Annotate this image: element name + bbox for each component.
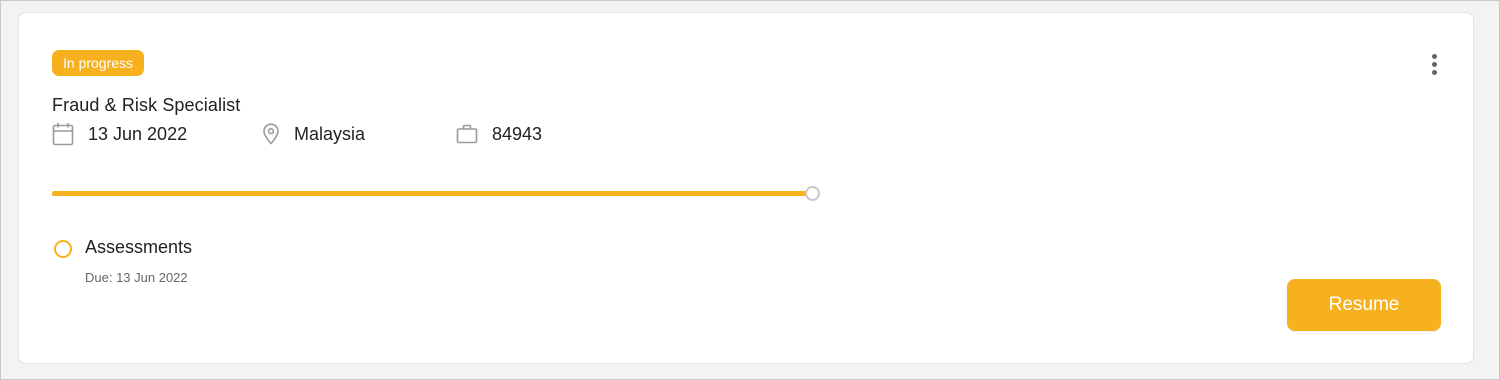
- meta-job-id: 84943: [456, 124, 542, 145]
- meta-location-text: Malaysia: [294, 123, 366, 144]
- step-label: Assessments: [85, 237, 193, 257]
- more-options-icon[interactable]: [1425, 51, 1443, 77]
- meta-job-id-text: 84943: [492, 123, 543, 144]
- job-application-card: In progress Fraud & Risk Specialist 13 J…: [18, 12, 1474, 364]
- more-dot: [1431, 69, 1437, 75]
- resume-button[interactable]: Resume: [1287, 279, 1441, 331]
- progress-bar: [52, 191, 812, 196]
- status-badge: In progress: [52, 50, 145, 76]
- more-dot: [1431, 61, 1437, 67]
- meta-date: 13 Jun 2022: [52, 122, 187, 146]
- step-due-date: Due: 13 Jun 2022: [85, 270, 188, 285]
- meta-location: Malaysia: [262, 123, 365, 145]
- job-title: Fraud & Risk Specialist: [52, 95, 241, 115]
- progress-knob: [805, 186, 820, 201]
- calendar-icon: [52, 122, 74, 146]
- meta-date-text: 13 Jun 2022: [88, 123, 188, 144]
- location-pin-icon: [262, 123, 280, 145]
- briefcase-icon: [456, 124, 478, 144]
- more-dot: [1431, 53, 1437, 59]
- step-status-icon: [54, 240, 72, 258]
